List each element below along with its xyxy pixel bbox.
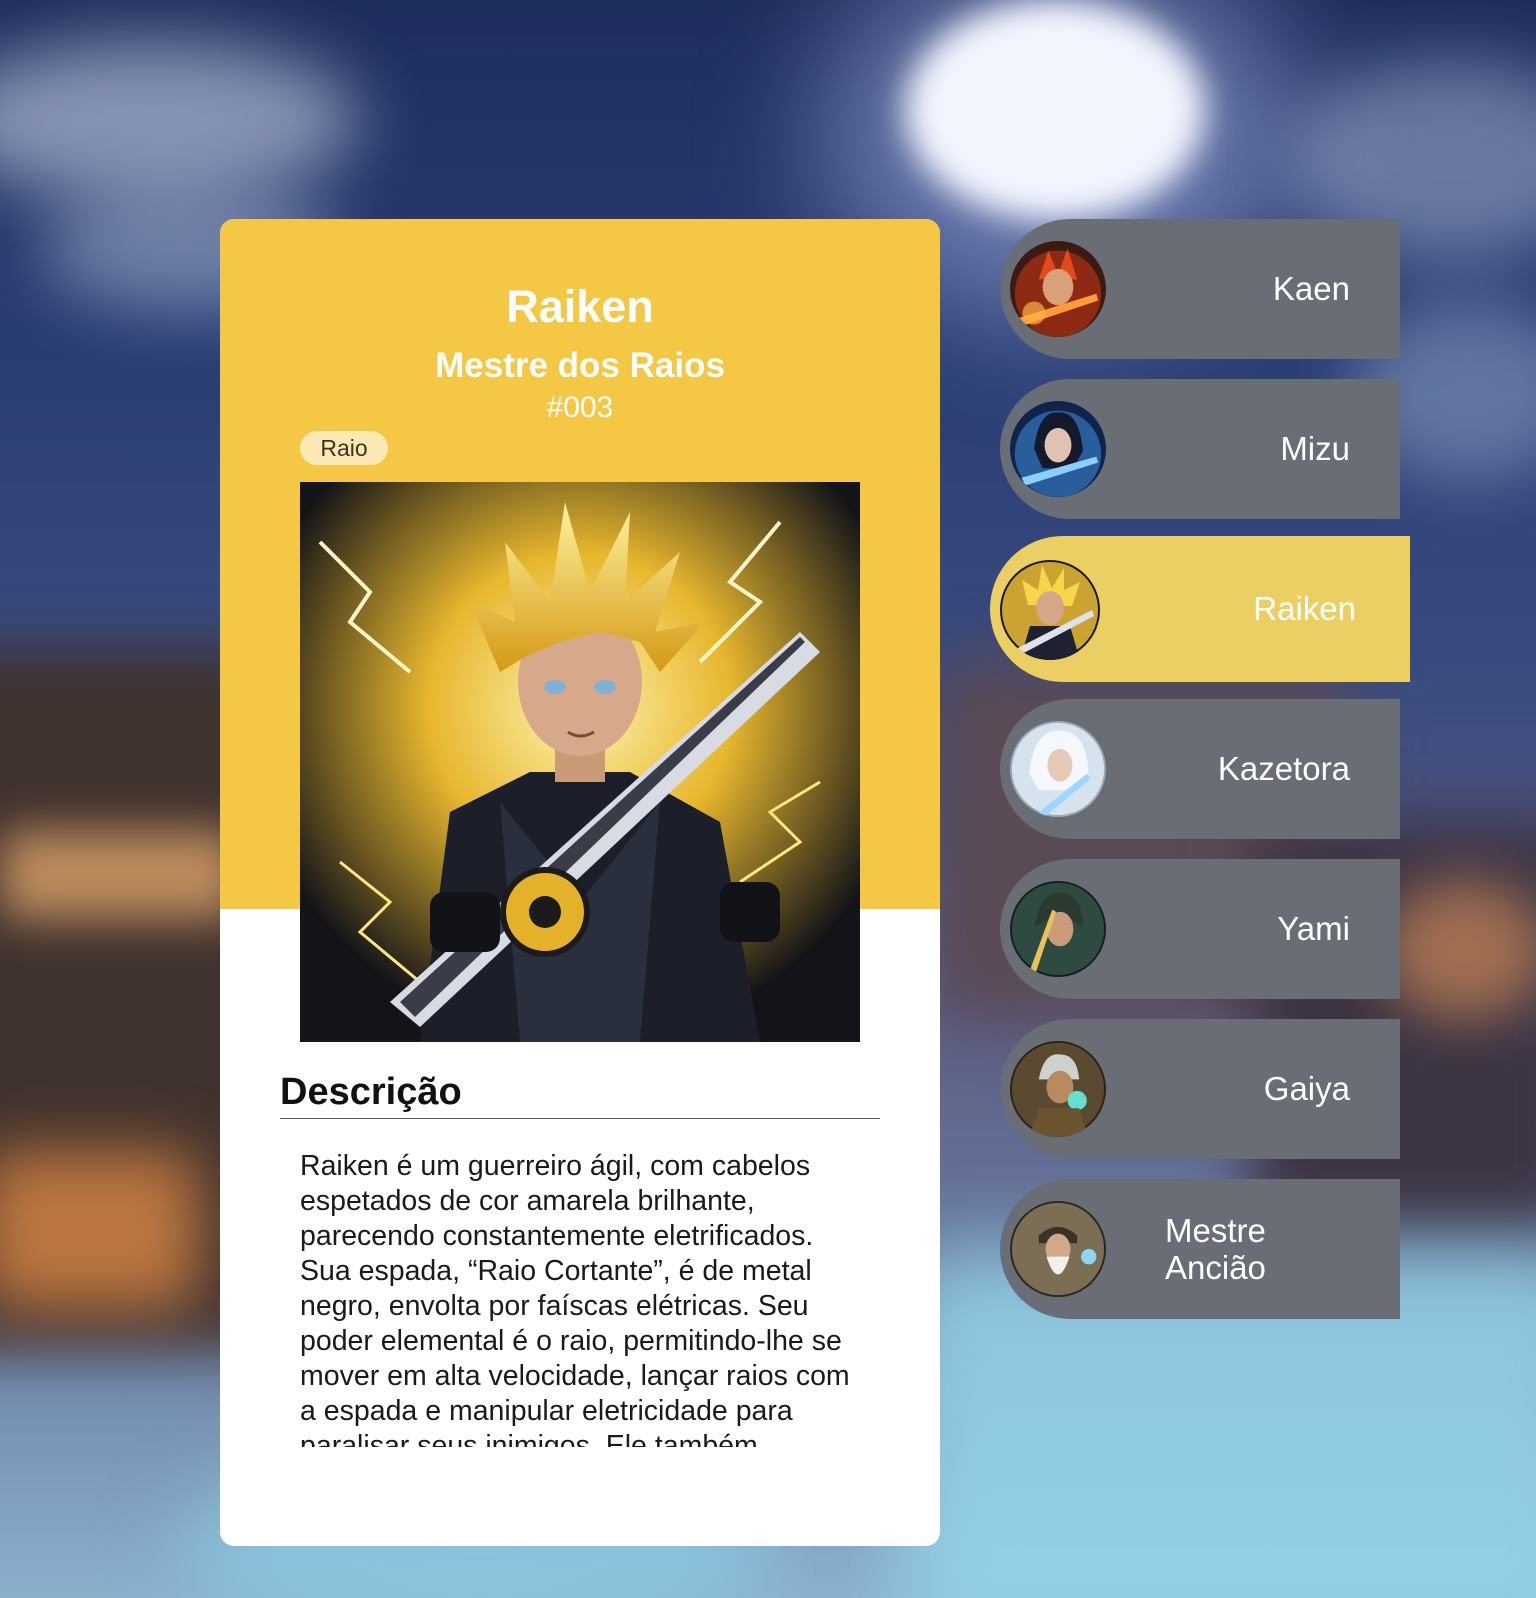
raiken-avatar-icon: [1000, 560, 1100, 660]
description-heading: Descrição: [280, 1071, 880, 1119]
avatar: [1010, 1201, 1106, 1297]
character-option-kazetora[interactable]: Kazetora: [1000, 699, 1400, 839]
character-option-label: Kazetora: [1217, 750, 1350, 787]
character-option-kaen[interactable]: Kaen: [1000, 219, 1400, 359]
character-option-yami[interactable]: Yami: [1000, 859, 1400, 999]
kaen-avatar-icon: [1010, 241, 1106, 337]
character-option-mestre-anciao[interactable]: Mestre Ancião: [1000, 1179, 1400, 1319]
lit-window: [1380, 880, 1536, 1020]
avatar: [1010, 241, 1106, 337]
description-text: Raiken é um guerreiro ágil, com cabelos …: [300, 1150, 850, 1447]
character-option-label: Mizu: [1280, 430, 1350, 467]
lit-window: [0, 830, 240, 920]
character-title: Mestre dos Raios: [435, 346, 725, 385]
character-option-label: Mestre Ancião: [1165, 1212, 1266, 1286]
character-option-label: Yami: [1277, 910, 1350, 947]
element-badge: Raio: [300, 431, 388, 465]
character-option-raiken[interactable]: Raiken: [990, 536, 1410, 682]
avatar: [1010, 881, 1106, 977]
character-option-gaiya[interactable]: Gaiya: [1000, 1019, 1400, 1159]
avatar: [1000, 560, 1100, 660]
character-option-label: Gaiya: [1263, 1070, 1350, 1107]
kazetora-avatar-icon: [1010, 721, 1106, 817]
character-name: Raiken: [506, 281, 654, 332]
yami-avatar-icon: [1010, 881, 1106, 977]
mestre-anciao-avatar-icon: [1010, 1201, 1106, 1297]
raiken-portrait-illustration: [300, 482, 860, 1042]
cloud: [0, 40, 360, 200]
character-card: Raiken Mestre dos Raios #003 Raio Descri…: [220, 219, 940, 1546]
moon: [905, 0, 1205, 220]
mizu-avatar-icon: [1010, 401, 1106, 497]
character-option-mizu[interactable]: Mizu: [1000, 379, 1400, 519]
character-number: #003: [546, 391, 614, 424]
gaiya-avatar-icon: [1010, 1041, 1106, 1137]
character-option-label: Kaen: [1272, 270, 1350, 307]
character-option-label: Raiken: [1253, 590, 1356, 627]
avatar: [1010, 401, 1106, 497]
avatar: [1010, 1041, 1106, 1137]
avatar: [1010, 721, 1106, 817]
lit-window: [0, 1150, 200, 1310]
character-portrait: [300, 482, 860, 1042]
